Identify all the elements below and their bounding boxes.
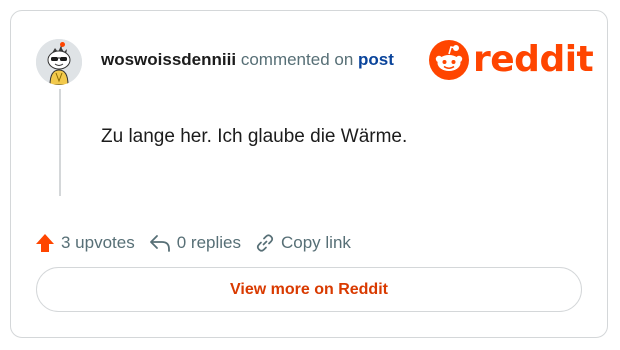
comment-text: Zu lange her. Ich glaube die Wärme. [101, 126, 408, 147]
comment-header: woswoissdenniii commented on post [101, 50, 394, 70]
upvote-count: 3 upvotes [61, 233, 135, 252]
snoo-avatar-icon [36, 39, 82, 85]
comment-actions: 3 upvotes 0 replies Copy link [35, 232, 365, 254]
reply-arrow-icon [149, 235, 170, 252]
reddit-snoo-icon [429, 40, 469, 80]
reddit-wordmark: reddit [473, 39, 594, 80]
reply-action[interactable]: 0 replies [149, 233, 241, 253]
upvote-action[interactable]: 3 upvotes [35, 233, 135, 253]
user-avatar[interactable] [36, 39, 82, 85]
reddit-comment-embed-card: woswoissdenniii commented on post reddit… [10, 10, 608, 338]
view-more-on-reddit-button[interactable]: View more on Reddit [36, 267, 582, 312]
reply-count: 0 replies [176, 233, 241, 252]
link-icon [256, 234, 274, 252]
copy-link-label: Copy link [281, 233, 351, 252]
commented-on-label: commented on [240, 50, 354, 69]
thread-line [59, 89, 61, 196]
username-link[interactable]: woswoissdenniii [101, 50, 236, 69]
copy-link-action[interactable]: Copy link [255, 233, 351, 253]
upvote-arrow-icon [36, 234, 54, 252]
post-link[interactable]: post [358, 50, 394, 69]
reddit-logo[interactable]: reddit [429, 39, 594, 81]
